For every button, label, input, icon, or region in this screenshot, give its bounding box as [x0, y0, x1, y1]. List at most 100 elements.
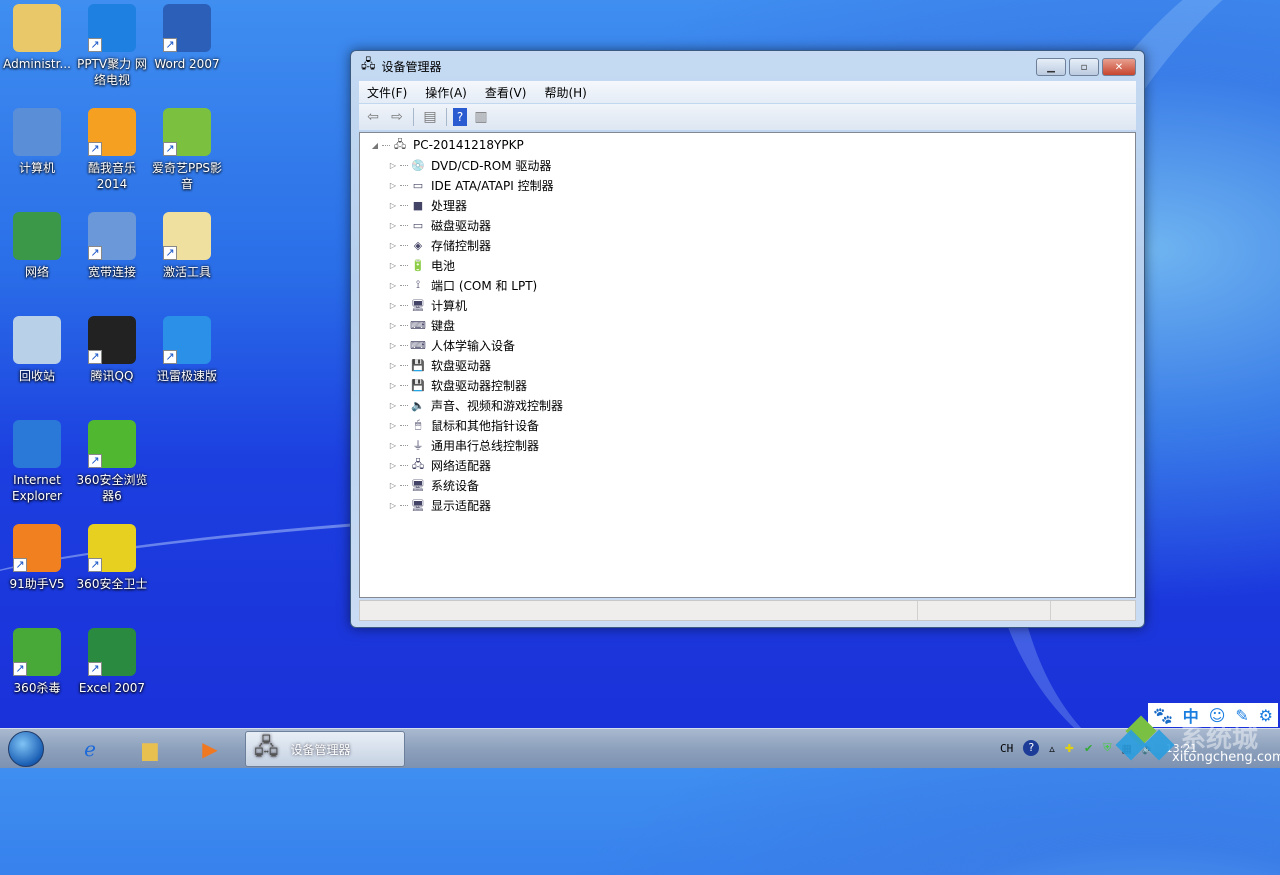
- shortcut-arrow-icon: ↗: [88, 350, 102, 364]
- taskbar-device-manager[interactable]: 🖧 设备管理器: [245, 731, 405, 767]
- desktop-icon[interactable]: ↗ PPTV聚力 网络电视: [75, 4, 149, 88]
- maximize-button[interactable]: ▫: [1069, 58, 1099, 76]
- explorer-taskbar-icon[interactable]: ▆: [132, 733, 168, 765]
- expand-icon[interactable]: ▷: [388, 161, 398, 170]
- tree-item[interactable]: ▷ ▭ IDE ATA/ATAPI 控制器: [360, 175, 1135, 195]
- menu-view[interactable]: 查看(V): [485, 84, 527, 101]
- title-bar[interactable]: 🖧 设备管理器: [351, 51, 1144, 81]
- menu-action[interactable]: 操作(A): [425, 84, 467, 101]
- desktop-icon[interactable]: ↗ Word 2007: [150, 4, 224, 72]
- menu-help[interactable]: 帮助(H): [544, 84, 586, 101]
- desktop-icon[interactable]: ↗ 360杀毒: [0, 628, 74, 696]
- shortcut-arrow-icon: ↗: [163, 246, 177, 260]
- desktop-icon[interactable]: 回收站: [0, 316, 74, 384]
- desktop-icon[interactable]: ↗ 爱奇艺PPS影音: [150, 108, 224, 192]
- expand-icon[interactable]: ▷: [388, 441, 398, 450]
- user-folder-icon: [13, 4, 61, 52]
- expand-icon[interactable]: ▷: [388, 461, 398, 470]
- ie-icon: [13, 420, 61, 468]
- tree-item[interactable]: ▷ ◈ 存储控制器: [360, 235, 1135, 255]
- tree-line: [400, 324, 408, 326]
- expand-icon[interactable]: ▷: [388, 241, 398, 250]
- tree-item[interactable]: ▷ 💾 软盘驱动器: [360, 355, 1135, 375]
- tree-item[interactable]: ▷ 🔋 电池: [360, 255, 1135, 275]
- tree-item-label: 声音、视频和游戏控制器: [431, 398, 564, 413]
- kuwo-icon: ↗: [88, 108, 136, 156]
- expand-icon[interactable]: ▷: [388, 201, 398, 210]
- 360-safe-tray-icon[interactable]: ✚: [1065, 742, 1074, 755]
- shortcut-arrow-icon: ↗: [163, 38, 177, 52]
- expand-icon[interactable]: ▷: [388, 321, 398, 330]
- desktop-icon[interactable]: 网络: [0, 212, 74, 280]
- desktop-icon[interactable]: ↗ 360安全浏览器6: [75, 420, 149, 504]
- language-indicator[interactable]: CH: [1000, 742, 1013, 755]
- help-icon[interactable]: ?: [453, 108, 467, 126]
- tree-item[interactable]: ▷ 🖱 鼠标和其他指针设备: [360, 415, 1135, 435]
- expand-icon[interactable]: ▷: [388, 181, 398, 190]
- tree-item[interactable]: ▷ ⌨ 人体学输入设备: [360, 335, 1135, 355]
- menu-file[interactable]: 文件(F): [367, 84, 407, 101]
- tree-line: [400, 184, 408, 186]
- tree-item[interactable]: ▷ 💿 DVD/CD-ROM 驱动器: [360, 155, 1135, 175]
- tree-item-label: 软盘驱动器控制器: [431, 378, 528, 393]
- tree-item[interactable]: ▷ ⟟ 端口 (COM 和 LPT): [360, 275, 1135, 295]
- tree-item[interactable]: ▷ 💾 软盘驱动器控制器: [360, 375, 1135, 395]
- expand-icon[interactable]: ▷: [388, 401, 398, 410]
- desktop-icon[interactable]: Administr...: [0, 4, 74, 72]
- 360-antivirus-tray-icon[interactable]: ⛨: [1103, 741, 1111, 755]
- expand-icon[interactable]: ▷: [388, 481, 398, 490]
- hid-icon: ⌨: [410, 338, 426, 352]
- help-tray-icon[interactable]: ?: [1023, 740, 1040, 756]
- tree-line: [400, 284, 408, 286]
- tree-item[interactable]: ▷ 🖥 计算机: [360, 295, 1135, 315]
- expand-icon[interactable]: ▷: [388, 421, 398, 430]
- tree-line: [400, 364, 408, 366]
- tree-line: [400, 304, 408, 306]
- desktop-icon[interactable]: 计算机: [0, 108, 74, 176]
- usb-safe-remove-icon[interactable]: ✔: [1084, 742, 1093, 755]
- expand-icon[interactable]: ▷: [388, 381, 398, 390]
- minimize-button[interactable]: ▁: [1036, 58, 1066, 76]
- tree-item[interactable]: ▷ ⌨ 键盘: [360, 315, 1135, 335]
- desktop-icon-label: 网络: [24, 265, 49, 279]
- expand-icon[interactable]: ▷: [388, 341, 398, 350]
- tree-item[interactable]: ▷ 🖥 显示适配器: [360, 495, 1135, 515]
- desktop-icon[interactable]: Internet Explorer: [0, 420, 74, 504]
- expand-icon[interactable]: ▷: [388, 361, 398, 370]
- forward-arrow-icon[interactable]: ⇨: [387, 107, 407, 127]
- close-button[interactable]: ✕: [1102, 58, 1136, 76]
- device-manager-icon: 🖧: [254, 735, 279, 760]
- start-button[interactable]: [8, 731, 44, 767]
- expand-icon[interactable]: ▷: [388, 221, 398, 230]
- tree-item-label: 显示适配器: [431, 498, 492, 513]
- media-player-taskbar-icon[interactable]: ▶: [192, 733, 228, 765]
- tree-item[interactable]: ▷ 🔈 声音、视频和游戏控制器: [360, 395, 1135, 415]
- show-hide-tree-icon[interactable]: ▤: [420, 107, 440, 127]
- tree-item[interactable]: ▷ ⏚ 通用串行总线控制器: [360, 435, 1135, 455]
- tree-item[interactable]: ▷ 🖥 系统设备: [360, 475, 1135, 495]
- floppy-controller-icon: 💾: [411, 378, 425, 392]
- tree-item[interactable]: ▷ ▭ 磁盘驱动器: [360, 215, 1135, 235]
- sound-icon: 🔈: [411, 398, 425, 412]
- properties-icon[interactable]: ▥: [471, 107, 491, 127]
- expand-icon[interactable]: ▷: [388, 301, 398, 310]
- desktop-icon[interactable]: ↗ 360安全卫士: [75, 524, 149, 592]
- desktop-icon[interactable]: ↗ 激活工具: [150, 212, 224, 280]
- expand-icon[interactable]: ▷: [388, 501, 398, 510]
- ie-taskbar-icon[interactable]: ℯ: [72, 733, 108, 765]
- tree-item[interactable]: ▷ ■ 处理器: [360, 195, 1135, 215]
- desktop-icon[interactable]: ↗ 酷我音乐2014: [75, 108, 149, 192]
- tree-root[interactable]: ◢ 🖧 PC-20141218YPKP: [360, 135, 1135, 155]
- desktop-icon[interactable]: ↗ 腾讯QQ: [75, 316, 149, 384]
- tree-item[interactable]: ▷ 🖧 网络适配器: [360, 455, 1135, 475]
- back-arrow-icon[interactable]: ⇦: [363, 107, 383, 127]
- desktop-icon[interactable]: ↗ 宽带连接: [75, 212, 149, 280]
- collapse-icon[interactable]: ◢: [370, 141, 380, 150]
- disk-drive-icon: ▭: [412, 218, 424, 232]
- expand-icon[interactable]: ▷: [388, 261, 398, 270]
- show-hidden-icons[interactable]: ▵: [1049, 742, 1055, 755]
- expand-icon[interactable]: ▷: [388, 281, 398, 290]
- desktop-icon[interactable]: ↗ 迅雷极速版: [150, 316, 224, 384]
- desktop-icon[interactable]: ↗ 91助手V5: [0, 524, 74, 592]
- desktop-icon[interactable]: ↗ Excel 2007: [75, 628, 149, 696]
